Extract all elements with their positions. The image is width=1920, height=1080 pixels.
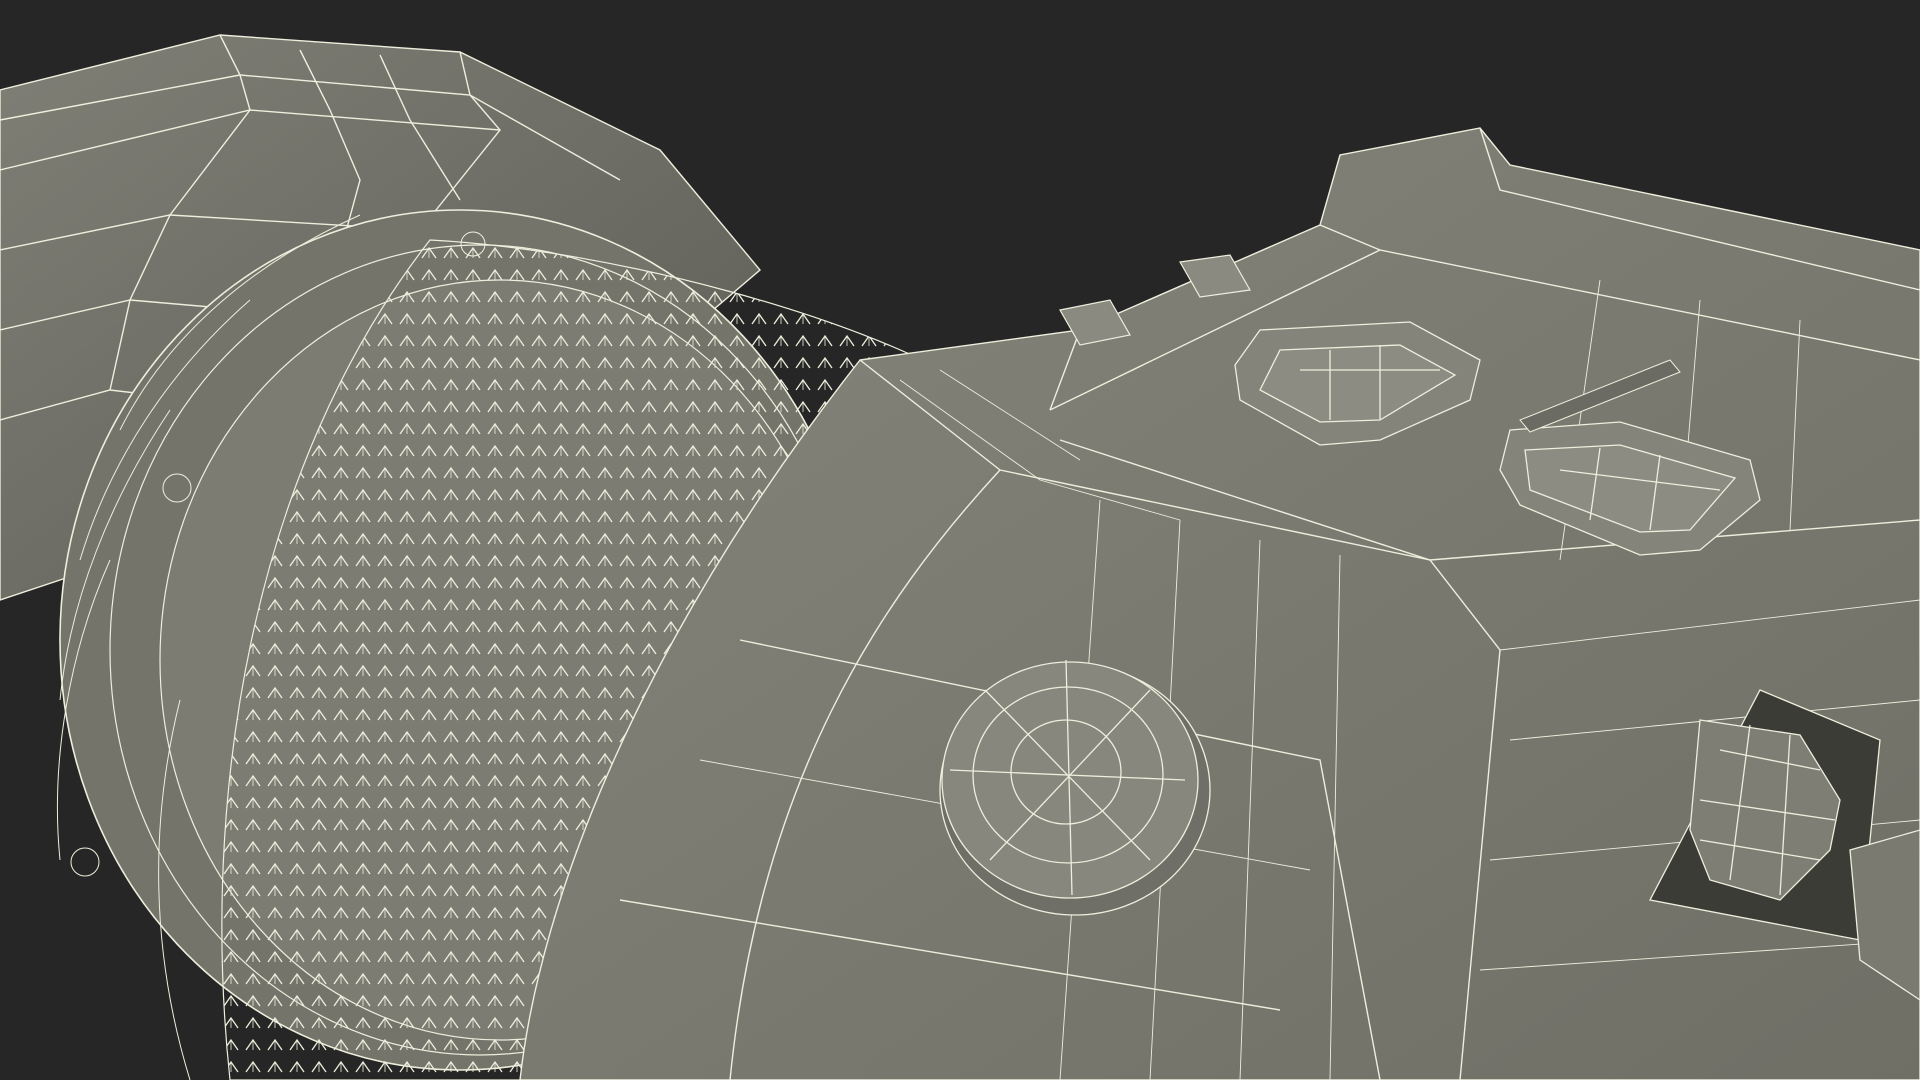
wireframe-render xyxy=(0,0,1920,1080)
